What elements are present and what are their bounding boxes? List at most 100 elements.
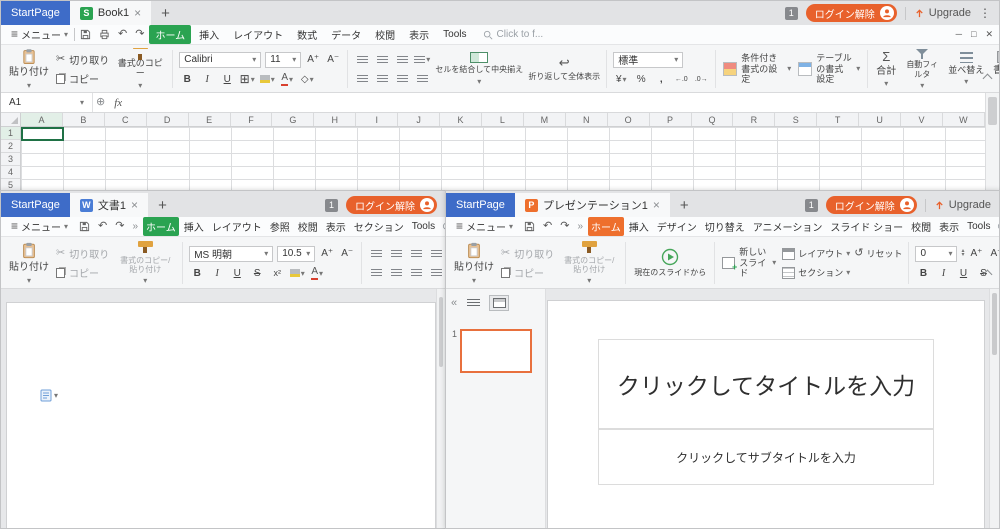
row-header[interactable]: 3 (1, 153, 20, 166)
maximize-icon[interactable] (971, 30, 976, 39)
menu-tab[interactable]: 表示 (403, 25, 435, 44)
paste-button[interactable]: 貼り付け (5, 48, 53, 90)
align-left-icon[interactable] (368, 265, 384, 280)
undo-icon[interactable] (540, 221, 555, 232)
tab-close-icon[interactable] (131, 199, 138, 212)
highlight-color-icon[interactable] (289, 266, 305, 281)
grow-font-icon[interactable] (305, 52, 321, 67)
conditional-format-button[interactable]: 条件付き書式の設定 (720, 48, 794, 90)
copy-button[interactable]: コピー (56, 265, 109, 280)
table-format-button[interactable]: テーブルの書式設定 (795, 48, 863, 90)
expand-toolbar-icon[interactable] (574, 222, 586, 232)
tab-close-icon[interactable] (653, 199, 660, 212)
title-placeholder[interactable]: クリックしてタイトルを入力 (598, 339, 934, 429)
new-slide-button[interactable]: 新しいスライド (719, 240, 779, 286)
column-header[interactable]: G (272, 113, 314, 126)
sum-button[interactable]: 合計 (872, 48, 900, 90)
column-header[interactable]: H (314, 113, 356, 126)
bold-icon[interactable] (189, 266, 205, 281)
tab-presentation1[interactable]: プレゼンテーション1 (515, 193, 670, 217)
strikethrough-icon[interactable] (249, 266, 265, 281)
writer-page[interactable] (6, 302, 436, 529)
tab-startpage[interactable]: StartPage (1, 1, 70, 25)
menu-tab[interactable]: 挿入 (193, 25, 225, 44)
slide-view-icon[interactable] (489, 295, 509, 311)
more-options-icon[interactable] (979, 7, 991, 20)
select-all-corner[interactable] (1, 113, 21, 126)
insert-function-icon[interactable] (93, 97, 108, 108)
superscript-icon[interactable] (269, 266, 285, 281)
comma-icon[interactable] (653, 72, 669, 87)
column-header[interactable]: A (21, 113, 63, 126)
menu-tab[interactable]: 挿入 (181, 217, 207, 236)
menu-tab[interactable]: 校閲 (908, 217, 934, 236)
justify-icon[interactable] (428, 265, 444, 280)
ribbon-search[interactable]: Click to f... (483, 29, 544, 40)
menu-tab[interactable]: レイアウト (227, 25, 289, 44)
menu-tab[interactable]: アニメーション (750, 217, 826, 236)
align-bottom-icon[interactable] (394, 52, 410, 67)
menu-tab[interactable]: Tools (964, 219, 993, 234)
font-size-select[interactable]: 10.5 (277, 246, 315, 262)
align-top-icon[interactable] (354, 52, 370, 67)
redo-icon[interactable] (112, 221, 127, 232)
tab-close-icon[interactable] (134, 7, 141, 20)
menu-tab[interactable]: 校閲 (295, 217, 321, 236)
align-right-icon[interactable] (408, 265, 424, 280)
section-button[interactable]: セクション (782, 265, 850, 280)
column-header[interactable]: S (775, 113, 817, 126)
scrollbar-thumb[interactable] (992, 293, 997, 355)
decrease-decimal-icon[interactable] (693, 72, 709, 87)
slide-canvas[interactable]: クリックしてタイトルを入力 クリックしてサブタイトルを入力 (547, 300, 985, 529)
column-header[interactable]: J (398, 113, 440, 126)
wrap-text-button[interactable]: 折り返して全体表示 (526, 48, 602, 90)
menu-tab[interactable]: 切り替え (702, 217, 748, 236)
increase-indent-icon[interactable] (428, 246, 444, 261)
logout-button[interactable]: ログイン解除 (826, 196, 917, 214)
shrink-font-icon[interactable] (339, 246, 355, 261)
row-header[interactable]: 4 (1, 166, 20, 179)
percent-icon[interactable] (633, 72, 649, 87)
menu-tab[interactable]: ホーム (149, 25, 191, 44)
align-right-icon[interactable] (394, 71, 410, 86)
bullets-icon[interactable] (368, 246, 384, 261)
new-tab-button[interactable] (151, 6, 180, 21)
number-format-select[interactable]: 標準 (613, 52, 683, 68)
shrink-font-icon[interactable] (989, 246, 1000, 261)
redo-icon[interactable] (557, 221, 572, 232)
font-size-select[interactable]: 11 (265, 52, 301, 68)
menu-button[interactable]: メニュー (7, 218, 72, 235)
column-header[interactable]: I (356, 113, 398, 126)
font-size-select[interactable]: 0 (915, 246, 957, 262)
tab-startpage[interactable]: StartPage (446, 193, 515, 217)
menu-button[interactable]: メニュー (452, 218, 517, 235)
menu-tab[interactable]: レイアウト (209, 217, 265, 236)
column-header[interactable]: E (189, 113, 231, 126)
column-header[interactable]: T (817, 113, 859, 126)
expand-toolbar-icon[interactable] (129, 222, 141, 232)
italic-icon[interactable] (209, 266, 225, 281)
copy-button[interactable]: コピー (56, 71, 109, 86)
reset-button[interactable]: リセット (854, 246, 902, 261)
upgrade-button[interactable]: Upgrade (914, 7, 971, 19)
new-tab-button[interactable] (670, 198, 699, 213)
save-icon[interactable] (76, 221, 93, 232)
minimize-icon[interactable] (956, 30, 962, 39)
superscript-icon[interactable] (995, 266, 999, 281)
layout-button[interactable]: レイアウト (782, 246, 850, 261)
font-name-select[interactable]: Calibri (179, 52, 261, 68)
subtitle-placeholder[interactable]: クリックしてサブタイトルを入力 (598, 429, 934, 485)
undo-icon[interactable] (115, 29, 130, 40)
cell-style-icon[interactable] (299, 72, 315, 87)
formula-input[interactable] (128, 93, 999, 112)
column-header[interactable]: U (859, 113, 901, 126)
column-header[interactable]: K (440, 113, 482, 126)
format-painter-button[interactable]: 書式のコピー (112, 48, 168, 90)
increase-decimal-icon[interactable] (673, 72, 689, 87)
outline-view-icon[interactable] (463, 295, 483, 311)
column-header[interactable]: L (482, 113, 524, 126)
currency-icon[interactable] (613, 72, 629, 87)
align-center-icon[interactable] (374, 71, 390, 86)
menu-button[interactable]: メニュー (7, 26, 72, 43)
copy-button[interactable]: コピー (501, 265, 554, 280)
